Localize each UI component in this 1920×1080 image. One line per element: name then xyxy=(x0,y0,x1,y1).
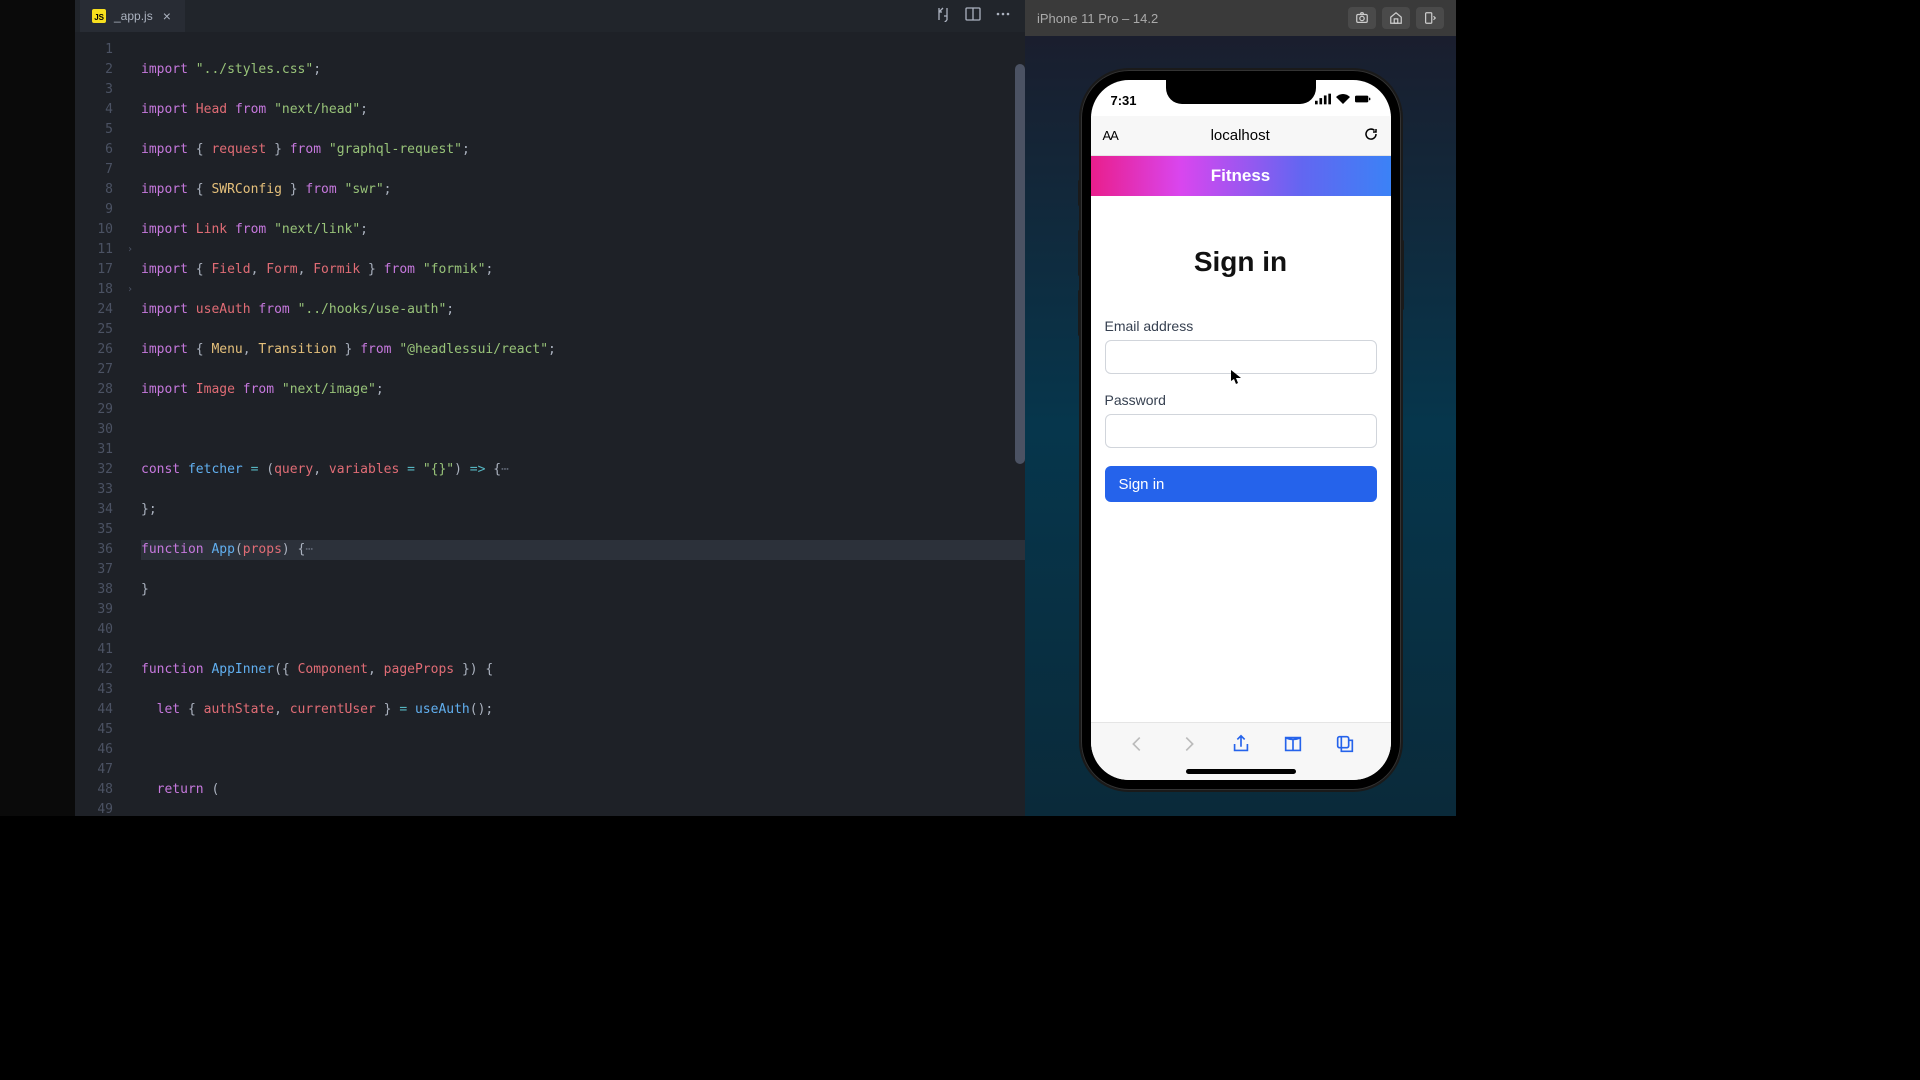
silent-switch[interactable] xyxy=(1078,180,1081,206)
simulator-device-title: iPhone 11 Pro – 14.2 xyxy=(1037,11,1158,26)
simulator-panel: iPhone 11 Pro – 14.2 7:31 xyxy=(1025,0,1456,816)
tab-filename: _app.js xyxy=(114,9,153,23)
bookmarks-icon[interactable] xyxy=(1282,733,1304,760)
fold-gutter: ›› xyxy=(123,32,137,816)
forward-icon[interactable] xyxy=(1178,733,1200,760)
editor-panel: JS _app.js × 12345 678910 1117182425 262… xyxy=(75,0,1025,816)
home-indicator[interactable] xyxy=(1186,769,1296,774)
js-file-icon: JS xyxy=(92,9,106,23)
home-button[interactable] xyxy=(1382,7,1410,29)
reload-icon[interactable] xyxy=(1363,126,1379,146)
app-header: Fitness xyxy=(1091,156,1391,196)
editor-body[interactable]: 12345 678910 1117182425 2627282930 31323… xyxy=(75,32,1025,816)
text-size-control[interactable]: AA xyxy=(1103,128,1118,143)
side-button[interactable] xyxy=(1401,240,1404,310)
password-label: Password xyxy=(1105,392,1377,408)
status-time: 7:31 xyxy=(1111,93,1137,108)
left-sidebar-strip xyxy=(0,0,75,816)
close-tab-icon[interactable]: × xyxy=(161,8,173,24)
cellular-signal-icon xyxy=(1315,93,1331,108)
split-editor-icon[interactable] xyxy=(965,6,981,26)
url-text[interactable]: localhost xyxy=(1128,127,1353,144)
email-label: Email address xyxy=(1105,318,1377,334)
app-content: Sign in Email address Password Sign in xyxy=(1091,196,1391,516)
signin-button[interactable]: Sign in xyxy=(1105,466,1377,502)
rotate-button[interactable] xyxy=(1416,7,1444,29)
tabs-icon[interactable] xyxy=(1334,733,1356,760)
compare-changes-icon[interactable] xyxy=(935,6,951,26)
iphone-device-frame: 7:31 AA localhos xyxy=(1081,70,1401,790)
tab-app-js[interactable]: JS _app.js × xyxy=(80,0,185,32)
tab-bar: JS _app.js × xyxy=(75,0,1025,32)
tab-actions xyxy=(935,6,1025,26)
battery-icon xyxy=(1355,93,1371,108)
share-icon[interactable] xyxy=(1230,733,1252,760)
code-area[interactable]: import "../styles.css"; import Head from… xyxy=(137,32,1025,816)
line-number-gutter: 12345 678910 1117182425 2627282930 31323… xyxy=(75,32,123,816)
screenshot-button[interactable] xyxy=(1348,7,1376,29)
more-actions-icon[interactable] xyxy=(995,6,1011,26)
volume-up-button[interactable] xyxy=(1078,230,1081,276)
app-title: Fitness xyxy=(1211,166,1271,186)
page-title: Sign in xyxy=(1105,246,1377,278)
safari-address-bar[interactable]: AA localhost xyxy=(1091,116,1391,156)
simulator-body: 7:31 AA localhos xyxy=(1025,36,1456,816)
notch xyxy=(1166,80,1316,104)
wifi-icon xyxy=(1335,93,1351,108)
volume-down-button[interactable] xyxy=(1078,290,1081,336)
device-screen: 7:31 AA localhos xyxy=(1091,80,1391,780)
back-icon[interactable] xyxy=(1126,733,1148,760)
email-input[interactable] xyxy=(1105,340,1377,374)
password-input[interactable] xyxy=(1105,414,1377,448)
scrollbar-thumb[interactable] xyxy=(1015,64,1025,464)
simulator-titlebar: iPhone 11 Pro – 14.2 xyxy=(1025,0,1456,36)
